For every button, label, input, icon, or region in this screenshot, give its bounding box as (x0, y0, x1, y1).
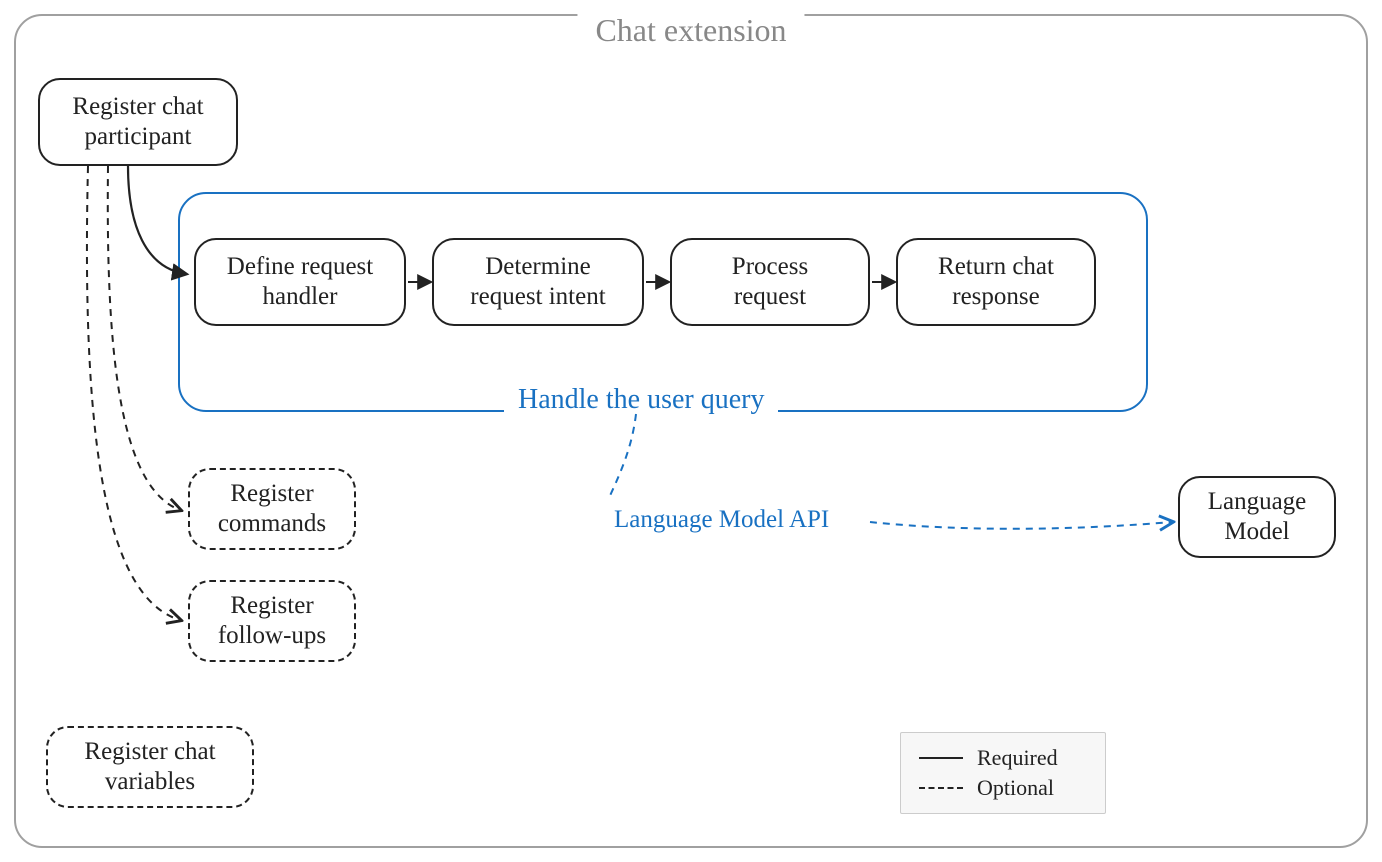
arrow-handle-to-api (608, 414, 636, 500)
arrow-participant-to-commands (108, 166, 180, 510)
legend: Required Optional (900, 732, 1106, 814)
legend-row-optional: Optional (919, 773, 1087, 803)
box-register-variables: Register chatvariables (46, 726, 254, 808)
arrow-api-to-lm (870, 522, 1172, 529)
legend-required-label: Required (977, 745, 1058, 771)
solid-line-icon (919, 757, 963, 759)
box-define-handler: Define requesthandler (194, 238, 406, 326)
dashed-line-icon (919, 787, 963, 789)
box-register-commands: Registercommands (188, 468, 356, 550)
chat-extension-container: Chat extension Register chatparticipant … (14, 14, 1368, 848)
box-register-participant: Register chatparticipant (38, 78, 238, 166)
arrow-participant-to-followups (87, 166, 180, 620)
diagram-title: Chat extension (577, 12, 804, 49)
box-language-model: LanguageModel (1178, 476, 1336, 558)
group-label: Handle the user query (504, 384, 778, 416)
legend-row-required: Required (919, 743, 1087, 773)
box-register-followups: Registerfollow-ups (188, 580, 356, 662)
box-determine-intent: Determinerequest intent (432, 238, 644, 326)
box-process-request: Processrequest (670, 238, 870, 326)
api-label: Language Model API (608, 506, 835, 534)
legend-optional-label: Optional (977, 775, 1054, 801)
box-return-response: Return chatresponse (896, 238, 1096, 326)
